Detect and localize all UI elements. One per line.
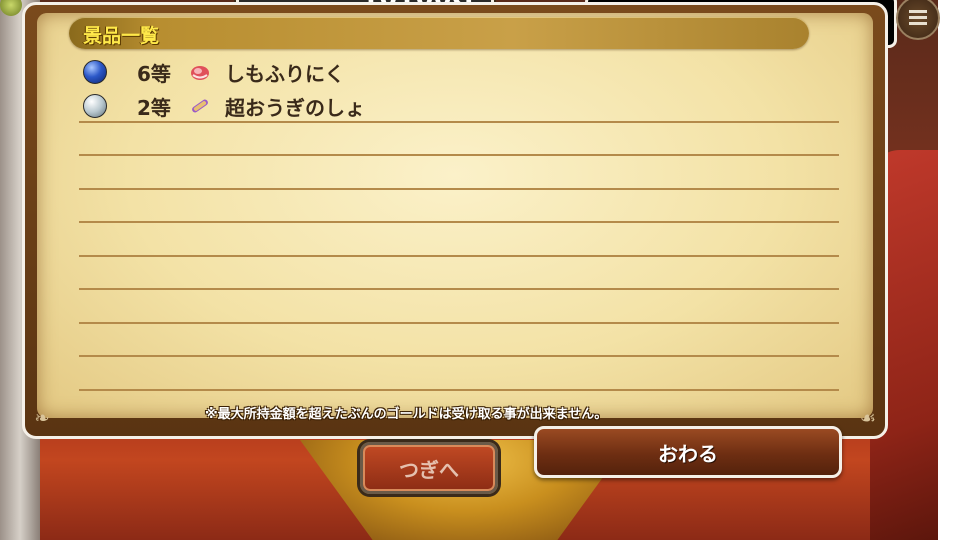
panel-title: 景品一覧	[83, 25, 160, 47]
prize-list-panel: ❧ ☙ 景品一覧 6等 しもふりにく 2等 超おうぎのしょ ※最大所持金額を超え…	[22, 2, 888, 439]
meat-icon	[191, 66, 209, 80]
prize-rank: 2等	[137, 95, 171, 120]
scroll-icon	[192, 99, 208, 113]
game-screen: 10100G ❧ ☙ 景品一覧 6等	[0, 0, 960, 540]
panel-title-bar: 景品一覧	[69, 17, 809, 49]
next-button[interactable]: つぎへ	[360, 442, 498, 494]
prize-list-item: 2等 超おうぎのしょ	[83, 91, 365, 121]
end-button[interactable]: おわる	[534, 426, 842, 478]
menu-icon[interactable]	[896, 0, 940, 40]
prize-rank: 6等	[137, 61, 171, 86]
end-button-label: おわる	[658, 441, 718, 466]
gold-limit-notice: ※最大所持金額を超えたぶんのゴールドは受け取る事が出来ません。	[205, 407, 608, 422]
prize-name: 超おうぎのしょ	[225, 95, 365, 120]
next-button-label: つぎへ	[399, 457, 459, 482]
background-right-edge	[938, 0, 960, 540]
corner-ornament-icon: ❧	[34, 408, 50, 429]
blue-orb-icon	[83, 60, 107, 84]
corner-ornament-icon: ☙	[859, 408, 877, 429]
prize-list-item: 6等 しもふりにく	[83, 57, 345, 87]
silver-orb-icon	[83, 94, 107, 118]
ruled-lines	[79, 89, 839, 391]
prize-name: しもふりにく	[225, 61, 345, 86]
